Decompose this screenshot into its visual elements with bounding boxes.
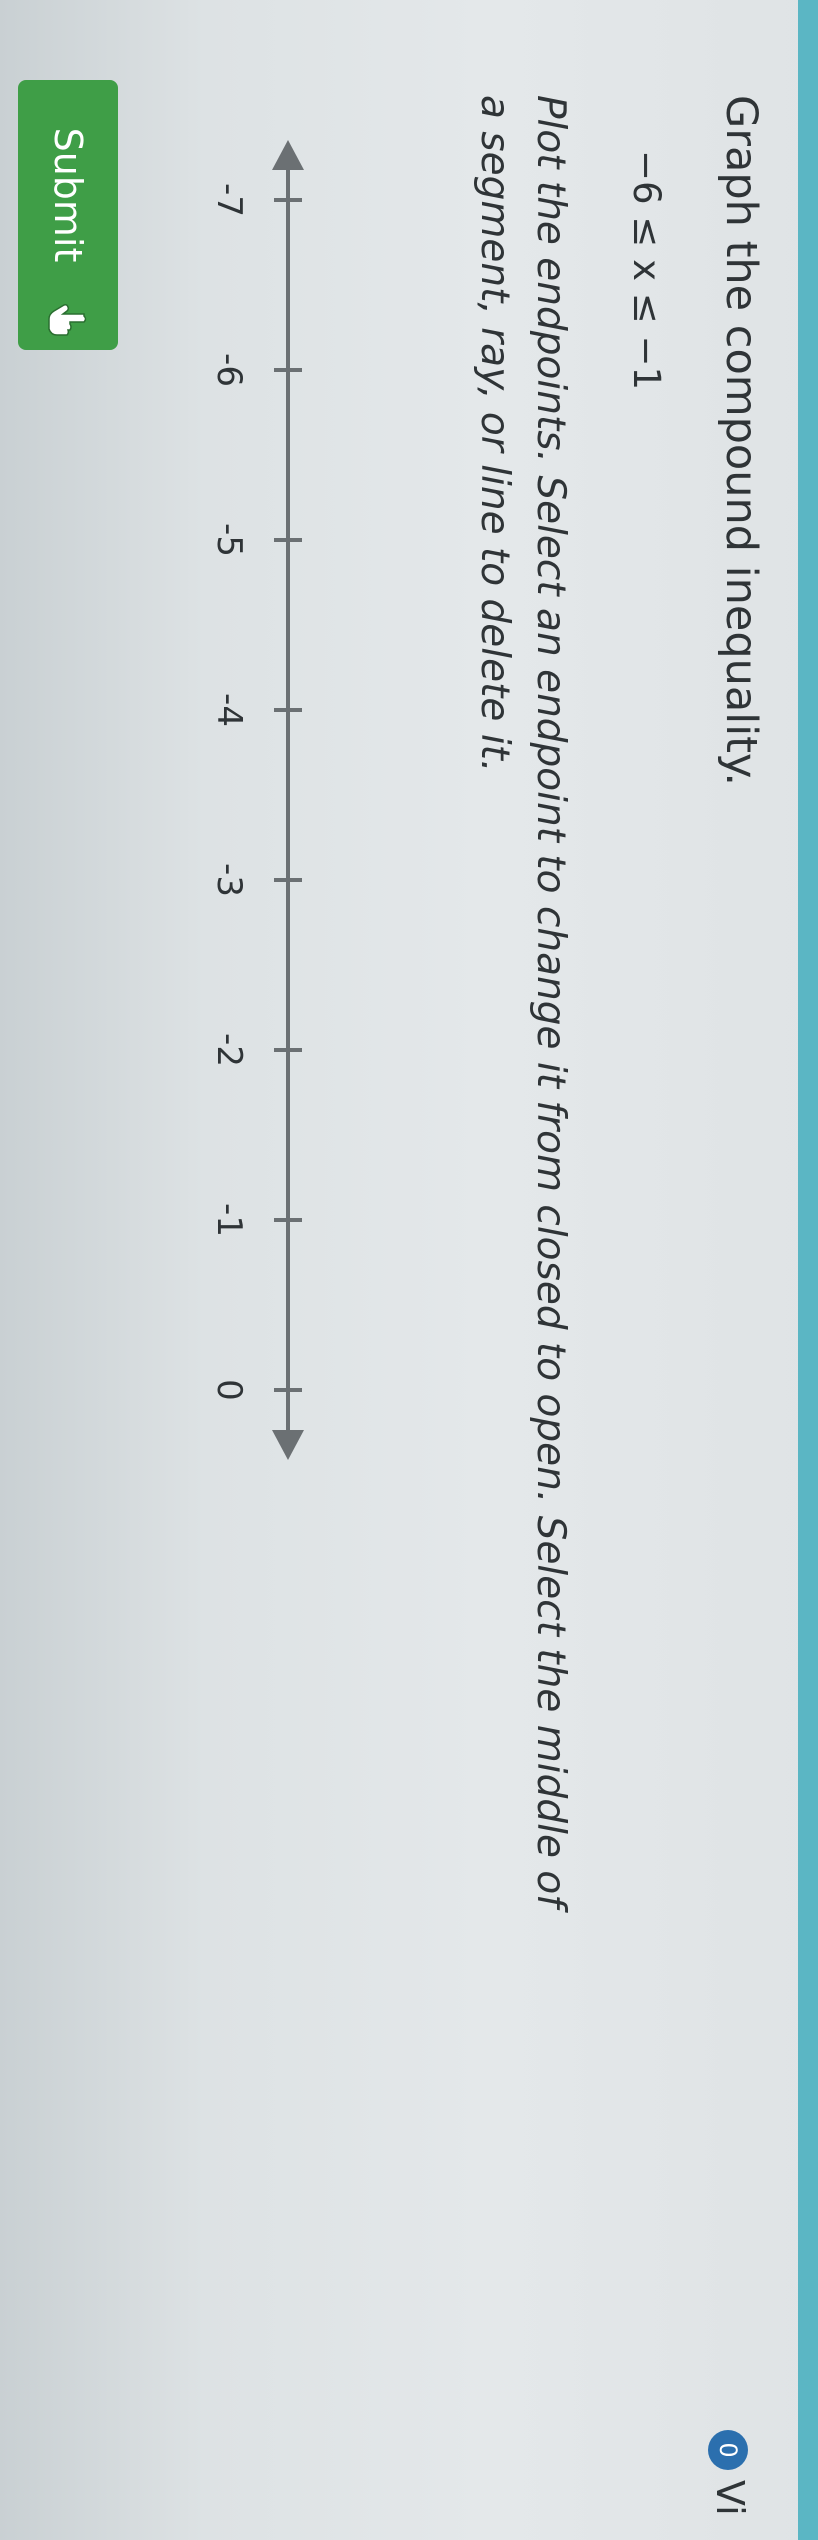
tick-label: 0: [209, 1379, 249, 1401]
compound-inequality: −6 ≤ x ≤ −1: [625, 150, 668, 391]
tick-label: -7: [209, 183, 249, 217]
submit-button[interactable]: Submit: [18, 80, 118, 350]
corner-text: Vi: [708, 2480, 752, 2516]
info-badge[interactable]: 0: [708, 2430, 748, 2470]
tick-label: -6: [209, 353, 249, 387]
question-prompt: Graph the compound inequality.: [716, 95, 766, 787]
instructions: Plot the endpoints. Select an endpoint t…: [466, 95, 578, 1995]
hand-pointer-icon: [48, 304, 87, 336]
submit-label: Submit: [46, 127, 90, 263]
tick-label: -5: [209, 523, 249, 557]
top-accent-bar: [798, 0, 818, 2540]
tick-label: -4: [209, 693, 249, 727]
rotated-page: Graph the compound inequality. −6 ≤ x ≤ …: [0, 0, 818, 2540]
left-arrow-icon: [272, 140, 304, 170]
right-arrow-icon: [272, 1430, 304, 1460]
instructions-line-1: Plot the endpoints. Select an endpoint t…: [528, 95, 573, 1908]
screen: Graph the compound inequality. −6 ≤ x ≤ …: [0, 0, 818, 2540]
tick-label: -2: [209, 1033, 249, 1067]
tick-label: -3: [209, 863, 249, 897]
instructions-line-2: a segment, ray, or line to delete it.: [472, 95, 517, 773]
tick-label: -1: [209, 1203, 249, 1237]
number-line[interactable]: -7 -6 -5 -4 -3 -2 -1 0: [148, 140, 348, 1460]
